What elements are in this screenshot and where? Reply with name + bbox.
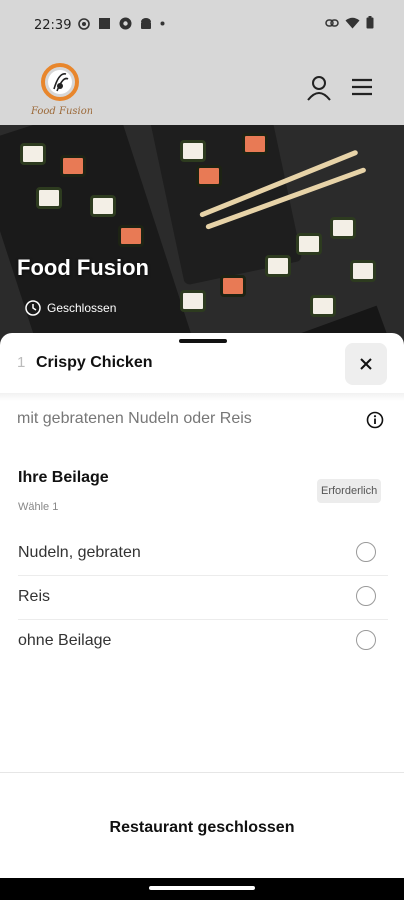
user-icon: [307, 76, 331, 101]
opening-status: Geschlossen: [25, 300, 116, 316]
item-title: Crispy Chicken: [36, 354, 153, 371]
item-description: mit gebratenen Nudeln oder Reis: [17, 410, 252, 427]
option-ohne-beilage[interactable]: ohne Beilage: [18, 620, 388, 664]
account-button[interactable]: [305, 74, 333, 102]
sushi-piece: [242, 133, 268, 155]
option-label: ohne Beilage: [18, 632, 112, 649]
settings-icon: [119, 17, 132, 30]
app-icon: [78, 17, 90, 30]
radio-button[interactable]: [356, 586, 376, 606]
option-label: Reis: [18, 588, 51, 605]
restaurant-logo[interactable]: Food Fusion: [28, 58, 93, 118]
sushi-piece: [36, 187, 62, 209]
sushi-piece: [180, 290, 206, 312]
sushi-piece: [265, 255, 291, 277]
svg-text:Food Fusion: Food Fusion: [30, 106, 92, 117]
footer-divider: [0, 772, 404, 773]
info-button[interactable]: [366, 411, 384, 429]
product-detail-sheet: 1 Crispy Chicken mit gebratenen Nudeln o…: [0, 333, 404, 878]
sushi-piece: [196, 165, 222, 187]
sushi-piece: [220, 275, 246, 297]
status-right-icons: [325, 16, 374, 29]
sushi-piece: [296, 233, 322, 255]
sushi-piece: [180, 140, 206, 162]
option-reis[interactable]: Reis: [18, 576, 388, 620]
link-icon: [325, 18, 339, 27]
sushi-piece: [118, 225, 144, 247]
close-button[interactable]: [345, 343, 387, 385]
app-bar: Food Fusion: [0, 50, 404, 125]
sushi-piece: [310, 295, 336, 317]
header-divider: [0, 393, 404, 401]
logo-icon: Food Fusion: [30, 63, 93, 117]
status-bar: 22:39: [0, 0, 404, 50]
status-left-icons: [78, 17, 165, 30]
close-icon: [360, 358, 372, 370]
square-icon: [99, 18, 110, 29]
sheet-drag-handle[interactable]: [179, 339, 227, 343]
radio-button[interactable]: [356, 542, 376, 562]
status-time: 22:39: [34, 18, 72, 33]
sushi-piece: [60, 155, 86, 177]
system-navigation-bar: [0, 878, 404, 900]
option-group-subtitle: Wähle 1: [18, 501, 59, 513]
item-quantity: 1: [17, 354, 26, 371]
wifi-icon: [345, 17, 360, 28]
restaurant-name: Food Fusion: [17, 255, 149, 280]
android-icon: [141, 18, 151, 29]
opening-status-label: Geschlossen: [47, 301, 117, 315]
radio-button[interactable]: [356, 630, 376, 650]
sushi-piece: [20, 143, 46, 165]
sushi-piece: [350, 260, 376, 282]
menu-icon: [352, 78, 372, 96]
sushi-piece: [90, 195, 116, 217]
restaurant-hero-image: Food Fusion Geschlossen: [0, 125, 404, 355]
restaurant-closed-button[interactable]: Restaurant geschlossen: [0, 803, 404, 853]
required-badge: Erforderlich: [317, 479, 382, 503]
menu-button[interactable]: [348, 76, 376, 100]
battery-icon: [366, 16, 374, 29]
dot-icon: [160, 21, 165, 26]
sushi-piece: [330, 217, 356, 239]
info-icon: [366, 411, 384, 429]
home-gesture-handle[interactable]: [149, 886, 255, 890]
option-group-title: Ihre Beilage: [18, 469, 109, 486]
option-nudeln-gebraten[interactable]: Nudeln, gebraten: [18, 532, 388, 576]
clock-icon: [25, 300, 41, 316]
option-label: Nudeln, gebraten: [18, 544, 141, 561]
